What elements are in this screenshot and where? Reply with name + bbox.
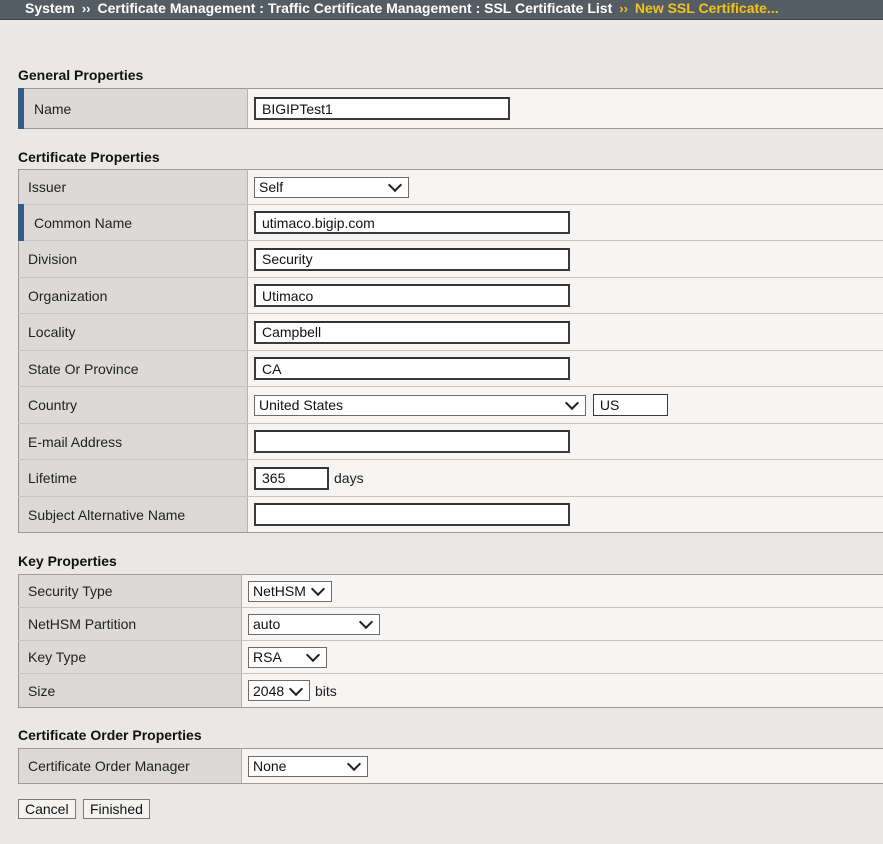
size-select[interactable]: 2048	[248, 680, 310, 701]
certificate-properties-table: Issuer Self Common Name Division Organiz…	[18, 169, 883, 533]
order-properties-heading: Certificate Order Properties	[18, 727, 202, 743]
security-type-select[interactable]: NetHSM	[248, 580, 332, 602]
state-label: State Or Province	[18, 350, 248, 387]
division-label: Division	[18, 240, 248, 278]
size-label: Size	[18, 673, 242, 708]
key-type-row: Key Type RSA	[18, 640, 883, 674]
issuer-row: Issuer Self	[18, 169, 883, 205]
size-unit: bits	[315, 682, 337, 699]
general-properties-heading: General Properties	[18, 67, 144, 83]
size-row: Size 2048 bits	[18, 673, 883, 708]
country-row: Country United States	[18, 386, 883, 424]
key-type-select[interactable]: RSA	[248, 646, 327, 668]
issuer-select[interactable]: Self	[254, 176, 409, 198]
issuer-label: Issuer	[18, 169, 248, 205]
cancel-button[interactable]: Cancel	[18, 799, 76, 819]
chevron-down-icon	[305, 647, 321, 663]
lifetime-label: Lifetime	[18, 459, 248, 497]
security-type-select-value: NetHSM	[253, 583, 306, 599]
san-row: Subject Alternative Name	[18, 496, 883, 533]
breadcrumb: System ›› Certificate Management : Traffic…	[0, 0, 883, 20]
san-input[interactable]	[254, 503, 570, 526]
order-manager-row: Certificate Order Manager None	[18, 748, 883, 784]
division-input[interactable]	[254, 247, 570, 271]
chevron-down-icon	[358, 614, 374, 630]
organization-input[interactable]	[254, 284, 570, 307]
breadcrumb-separator: ››	[81, 1, 91, 16]
key-type-label: Key Type	[18, 640, 242, 674]
chevron-down-icon	[564, 395, 580, 411]
general-properties-table: Name	[18, 88, 883, 130]
division-row: Division	[18, 240, 883, 278]
email-row: E-mail Address	[18, 423, 883, 460]
common-name-label: Common Name	[18, 204, 248, 242]
state-row: State Or Province	[18, 350, 883, 387]
breadcrumb-system[interactable]: System	[25, 0, 75, 17]
chevron-down-icon	[346, 756, 362, 772]
breadcrumb-ssl-certificate-list[interactable]: Certificate Management : Traffic Certifi…	[97, 0, 612, 17]
lifetime-input[interactable]	[254, 466, 329, 490]
security-type-row: Security Type NetHSM	[18, 574, 883, 608]
certificate-properties-heading: Certificate Properties	[18, 149, 160, 165]
email-input[interactable]	[254, 430, 570, 453]
partition-row: NetHSM Partition auto	[18, 607, 883, 641]
issuer-select-value: Self	[259, 179, 284, 195]
name-row: Name	[18, 88, 883, 130]
security-type-label: Security Type	[18, 574, 242, 608]
locality-label: Locality	[18, 313, 248, 351]
size-select-value: 2048	[253, 682, 285, 699]
locality-input[interactable]	[254, 320, 570, 344]
breadcrumb-separator: ››	[619, 1, 628, 16]
key-type-select-value: RSA	[253, 649, 282, 665]
san-label: Subject Alternative Name	[18, 496, 248, 533]
country-select[interactable]: United States	[254, 394, 586, 416]
partition-select-value: auto	[253, 616, 281, 632]
organization-row: Organization	[18, 277, 883, 314]
chevron-down-icon	[288, 681, 304, 696]
order-manager-select-value: None	[253, 758, 287, 774]
country-select-value: United States	[259, 397, 344, 413]
common-name-input[interactable]	[254, 211, 570, 234]
country-code-input[interactable]	[592, 394, 668, 416]
state-input[interactable]	[254, 357, 570, 380]
name-label: Name	[18, 88, 248, 130]
key-properties-table: Security Type NetHSM NetHSM Partition au…	[18, 574, 883, 708]
country-label: Country	[18, 386, 248, 424]
finished-button[interactable]: Finished	[83, 799, 150, 819]
order-manager-label: Certificate Order Manager	[18, 748, 242, 784]
organization-label: Organization	[18, 277, 248, 314]
key-properties-heading: Key Properties	[18, 553, 117, 569]
order-manager-select[interactable]: None	[248, 755, 368, 777]
name-input[interactable]	[254, 97, 510, 120]
locality-row: Locality	[18, 313, 883, 351]
chevron-down-icon	[310, 581, 326, 597]
email-label: E-mail Address	[18, 423, 248, 460]
order-properties-table: Certificate Order Manager None	[18, 748, 883, 784]
partition-select[interactable]: auto	[248, 613, 380, 635]
partition-label: NetHSM Partition	[18, 607, 242, 641]
chevron-down-icon	[387, 177, 403, 193]
breadcrumb-current: New SSL Certificate...	[634, 0, 779, 16]
common-name-row: Common Name	[18, 204, 883, 242]
lifetime-row: Lifetime days	[18, 459, 883, 497]
lifetime-unit: days	[334, 470, 364, 486]
